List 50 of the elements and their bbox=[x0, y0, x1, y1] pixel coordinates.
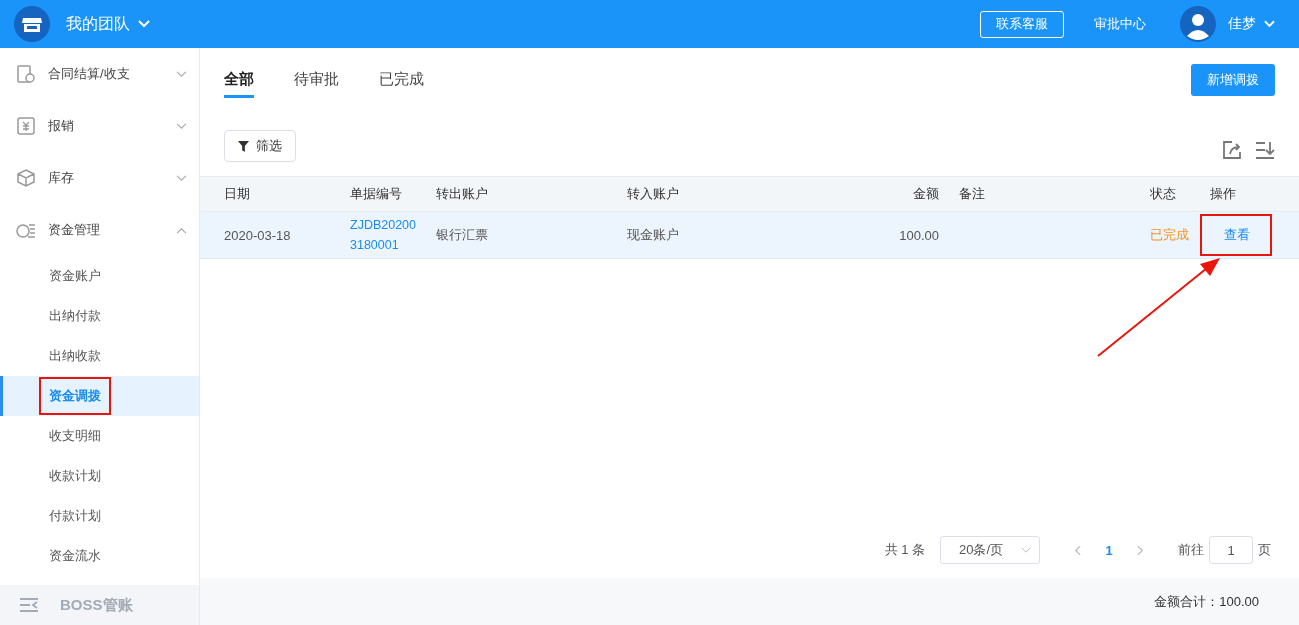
sidebar-item[interactable]: 收款计划 bbox=[0, 456, 199, 496]
cube-icon bbox=[16, 168, 36, 188]
sidebar-item[interactable]: 出纳付款 bbox=[0, 296, 199, 336]
column-header: 日期 bbox=[224, 185, 251, 203]
yuan-icon bbox=[16, 116, 36, 136]
column-header: 金额 bbox=[912, 185, 940, 203]
sort-download-icon[interactable] bbox=[1255, 140, 1275, 160]
chevron-down-icon bbox=[176, 70, 187, 78]
total-count: 共 1 条 bbox=[884, 541, 925, 559]
page-size-select[interactable]: 20条/页 bbox=[940, 536, 1040, 564]
table-cell-text: 2020-03-18 bbox=[224, 227, 292, 243]
sidebar-group[interactable]: 报销 bbox=[0, 100, 199, 152]
chevron-down-icon bbox=[1021, 546, 1031, 554]
chevron-down-icon bbox=[176, 122, 187, 130]
tab[interactable]: 全部 bbox=[224, 64, 254, 98]
sidebar-item[interactable]: 资金账户 bbox=[0, 256, 199, 296]
sidebar-group[interactable]: 合同结算/收支 bbox=[0, 48, 199, 100]
sidebar-item[interactable]: 资金流水 bbox=[0, 536, 199, 576]
status-text: 已完成 bbox=[1150, 226, 1190, 244]
sidebar-item[interactable]: 付款计划 bbox=[0, 496, 199, 536]
table-cell-text: 银行汇票 bbox=[436, 226, 489, 244]
chevron-down-icon bbox=[1264, 20, 1275, 28]
chevron-down-icon bbox=[176, 174, 187, 182]
avatar-icon[interactable] bbox=[1180, 6, 1216, 42]
goto-label: 前往 bbox=[1178, 541, 1204, 559]
filter-icon bbox=[238, 140, 249, 152]
column-header: 备注 bbox=[959, 185, 986, 203]
document-icon bbox=[16, 64, 36, 84]
page-input[interactable]: 1 bbox=[1209, 536, 1253, 564]
sidebar-item[interactable]: 收支明细 bbox=[0, 416, 199, 456]
menu-collapse-icon bbox=[20, 598, 38, 612]
tab[interactable]: 待审批 bbox=[294, 64, 339, 98]
page-unit-label: 页 bbox=[1258, 541, 1271, 559]
table-cell-text: 100.00 bbox=[898, 227, 940, 243]
column-header: 状态 bbox=[1150, 185, 1177, 203]
column-header: 转入账户 bbox=[627, 185, 680, 203]
chevron-up-icon bbox=[176, 226, 187, 234]
sidebar-item[interactable]: 出纳收款 bbox=[0, 336, 199, 376]
sidebar-group[interactable]: 资金管理 bbox=[0, 204, 199, 256]
column-header: 转出账户 bbox=[436, 185, 489, 203]
export-icon[interactable] bbox=[1222, 140, 1242, 160]
tab[interactable]: 已完成 bbox=[379, 64, 424, 98]
column-header: 操作 bbox=[1210, 185, 1237, 203]
amount-total: 金额合计：100.00 bbox=[1154, 592, 1259, 611]
sidebar-group[interactable]: 库存 bbox=[0, 152, 199, 204]
chevron-down-icon bbox=[138, 20, 150, 28]
column-header: 单据编号 bbox=[350, 185, 403, 203]
filter-button[interactable]: 筛选 bbox=[224, 130, 296, 162]
store-logo-icon bbox=[14, 6, 50, 42]
table-cell-text: 现金账户 bbox=[627, 226, 680, 244]
